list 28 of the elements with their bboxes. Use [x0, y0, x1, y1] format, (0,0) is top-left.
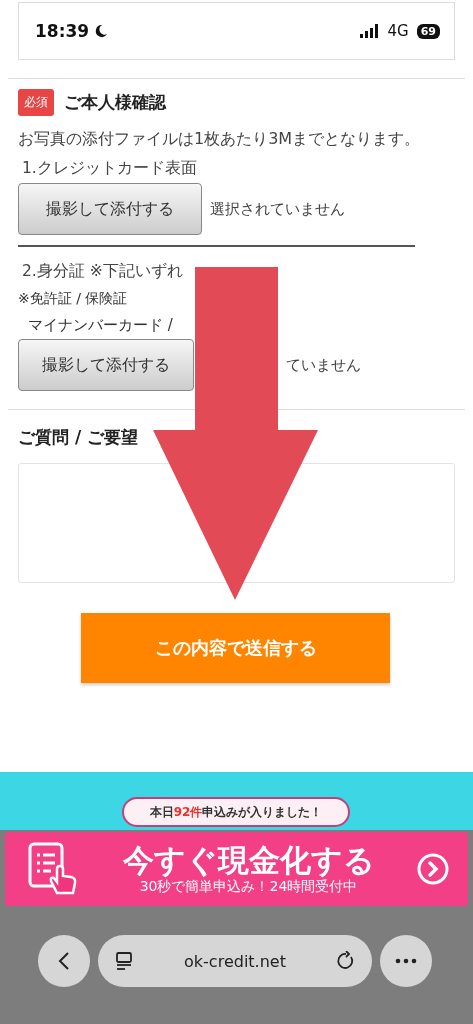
item-label: 1.クレジットカード表面 [21, 158, 198, 179]
notice-bubble: 本日92件申込みが入りました！ [122, 797, 350, 827]
section-title: ご本人様確認 [64, 91, 166, 114]
url-text: ok-credit.net [183, 951, 287, 971]
attach-button[interactable]: 撮影して添付する [18, 339, 194, 391]
banner-title: 今すぐ現金化する [122, 842, 375, 878]
item-note: マイナンバーカード / [27, 316, 174, 335]
file-status: 選択されていません [210, 199, 345, 219]
network-label: 4G [387, 22, 409, 40]
file-status: ていません [286, 355, 361, 375]
cta-banner[interactable]: 今すぐ現金化する 30秒で簡単申込み！24時間受付中 [5, 832, 468, 906]
item-note: ※免許証 / 保険証 [18, 290, 129, 308]
attach-button[interactable]: 撮影して添付する [18, 183, 202, 235]
more-icon [395, 958, 417, 964]
moon-icon [93, 23, 110, 39]
signal-icon [359, 24, 380, 38]
reload-icon [336, 951, 356, 971]
address-bar[interactable]: ok-credit.net [98, 935, 372, 987]
battery-level: 69 [416, 23, 440, 39]
required-badge: 必須 [18, 89, 54, 116]
back-icon [57, 951, 71, 971]
chevron-circle-icon [416, 852, 450, 886]
note-text: お写真の添付ファイルは1枚あたり3Mまでとなります。 [18, 128, 422, 150]
banner-subtitle: 30秒で簡単申込み！24時間受付中 [139, 878, 358, 896]
page-menu-icon [114, 951, 134, 971]
item-label: 2.身分証 ※下記いずれ [21, 261, 184, 282]
clock-time: 18:39 [35, 21, 90, 41]
section-title: ご質問 / ご要望 [18, 426, 140, 449]
